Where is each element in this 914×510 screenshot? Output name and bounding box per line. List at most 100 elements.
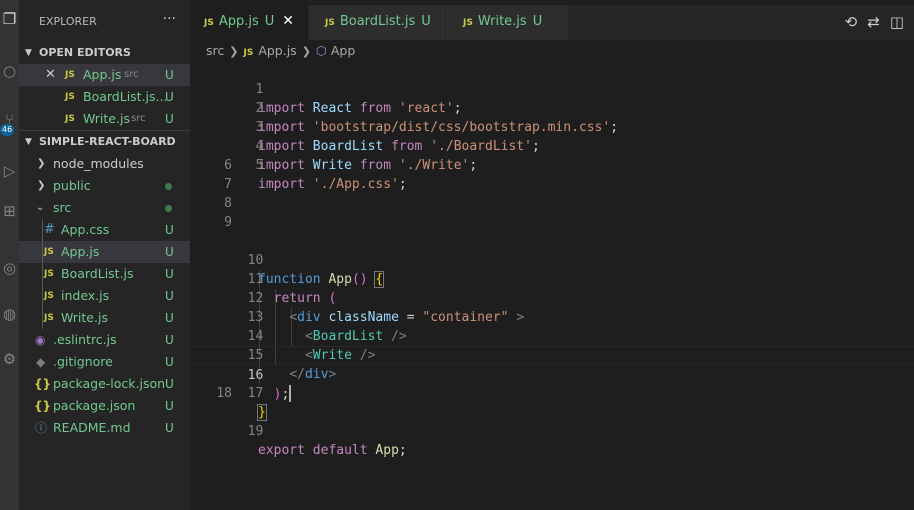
tree-item-name: index.js <box>61 288 110 303</box>
line-number: 19 <box>247 424 264 439</box>
code-line: 8 <box>190 194 914 213</box>
open-editor-dir: src <box>124 69 139 80</box>
open-editor-item[interactable]: ✕ JS App.js src U <box>19 64 190 86</box>
tree-item-src[interactable]: ⌄ src <box>19 197 190 219</box>
status-badge: U <box>165 267 174 281</box>
open-editor-item[interactable]: JS Write.js src U <box>19 108 190 130</box>
search-icon[interactable]: ○ <box>0 60 19 82</box>
line-number: 6 <box>224 158 232 173</box>
open-editors-label: OPEN EDITORS <box>39 46 131 59</box>
tree-item-name: BoardList.js <box>61 266 134 281</box>
split-editor-icon[interactable]: ◫ <box>890 13 904 31</box>
chevron-down-icon: ▼ <box>25 137 32 147</box>
line-number: 8 <box>224 196 232 211</box>
breadcrumb-file[interactable]: App.js <box>258 43 296 58</box>
breadcrumb: src ❯ JS App.js ❯ ⬡ App <box>206 42 355 60</box>
code-line: 18 <box>190 384 914 403</box>
line-number: 7 <box>224 177 232 192</box>
status-badge: U <box>165 377 174 391</box>
line-number: 9 <box>224 215 232 230</box>
explorer-sidebar: EXPLORER ··· ▼ OPEN EDITORS ✕ JS App.js … <box>19 0 190 510</box>
keyword: default <box>312 443 368 458</box>
js-file-icon: JS <box>44 313 54 323</box>
tab-write-js[interactable]: JS Write.js U <box>446 5 568 40</box>
project-section[interactable]: ▼ SIMPLE-REACT-BOARD <box>19 130 190 153</box>
tree-item-app-js[interactable]: JS App.js U <box>19 241 190 263</box>
tree-item-boardlist-js[interactable]: JS BoardList.js U <box>19 263 190 285</box>
code-line: 10 function App() { <box>190 232 914 288</box>
explorer-header: EXPLORER ··· <box>19 0 190 42</box>
modified-dot <box>165 183 172 190</box>
extensions-icon[interactable]: ⊞ <box>0 200 19 222</box>
run-debug-icon[interactable]: ▷ <box>0 160 19 182</box>
tab-boardlist-js[interactable]: JS BoardList.js U <box>309 5 445 40</box>
chevron-right-icon: ❯ <box>37 158 46 169</box>
tree-item-name: .eslintrc.js <box>53 332 117 347</box>
tab-status: U <box>421 14 431 29</box>
timeline-icon[interactable]: ⟲ <box>845 13 858 31</box>
code-line: 12 <div className = "container" > <box>190 270 914 325</box>
status-badge: U <box>165 90 174 104</box>
js-file-icon: JS <box>65 92 75 102</box>
tree-item-name: node_modules <box>53 156 144 171</box>
tree-item-write-js[interactable]: JS Write.js U <box>19 307 190 329</box>
close-icon[interactable]: ✕ <box>45 64 56 86</box>
tree-item-eslintrc[interactable]: ◉ .eslintrc.js U <box>19 329 190 351</box>
open-editor-item[interactable]: JS BoardList.js... U <box>19 86 190 108</box>
tree-item-name: .gitignore <box>53 354 113 369</box>
tree-item-name: package.json <box>53 398 136 413</box>
activity-bar: ❐ ○ ⑂ 46 ▷ ⊞ ◎ ◍ ⚙ <box>0 0 19 510</box>
symbol-icon: ⬡ <box>315 43 327 58</box>
status-badge: U <box>165 399 174 413</box>
status-badge: U <box>165 421 174 435</box>
timeline-icon[interactable]: ⚙ <box>0 348 19 370</box>
compare-changes-icon[interactable]: ⇄ <box>867 13 880 31</box>
breadcrumb-folder[interactable]: src <box>206 43 224 58</box>
code-line: 9 <box>190 213 914 232</box>
js-file-icon: JS <box>44 247 54 257</box>
close-icon[interactable]: ✕ <box>282 13 294 29</box>
files-icon[interactable]: ❐ <box>0 8 19 30</box>
tree-item-readme[interactable]: ⓘ README.md U <box>19 417 190 439</box>
open-editor-name: BoardList.js... <box>83 89 168 104</box>
code-line: 3 import BoardList from './BoardList'; <box>190 99 914 154</box>
status-badge: U <box>165 245 174 259</box>
identifier: App <box>375 443 399 458</box>
js-file-icon: JS <box>463 18 473 28</box>
code-line: 4 import Write from './Write'; <box>190 118 914 173</box>
tree-item-name: package-lock.json <box>53 376 166 391</box>
tab-bar: JS App.js U ✕ JS BoardList.js U JS Write.js U ⟲… <box>190 0 914 40</box>
remote-icon[interactable]: ◎ <box>0 257 19 279</box>
js-file-icon: JS <box>204 18 214 28</box>
css-file-icon: # <box>44 222 55 237</box>
tree-item-app-css[interactable]: # App.css U <box>19 219 190 241</box>
tab-status: U <box>264 14 275 29</box>
breadcrumb-symbol[interactable]: App <box>331 43 355 58</box>
code-line: 19 export default App; <box>190 403 914 458</box>
tree-item-index-js[interactable]: JS index.js U <box>19 285 190 307</box>
tree-item-package-json[interactable]: {} package.json U <box>19 395 190 417</box>
status-badge: U <box>165 112 174 126</box>
tree-item-public[interactable]: ❯ public <box>19 175 190 197</box>
eslint-icon: ◉ <box>35 333 46 347</box>
tree-item-name: public <box>53 178 91 193</box>
tab-app-js[interactable]: JS App.js U ✕ <box>190 5 308 40</box>
json-file-icon: {} <box>34 399 52 413</box>
code-line: 14 <Write /> <box>190 308 914 363</box>
chevron-right-icon: ❯ <box>229 45 239 58</box>
file-tree: ❯ node_modules ❯ public ⌄ src # App.css … <box>19 153 190 439</box>
status-badge: U <box>165 355 174 369</box>
tree-item-node-modules[interactable]: ❯ node_modules <box>19 153 190 175</box>
js-file-icon: JS <box>65 70 75 80</box>
js-file-icon: JS <box>65 114 75 124</box>
tree-item-package-lock[interactable]: {} package-lock.json U <box>19 373 190 395</box>
tree-item-name: src <box>53 200 72 215</box>
code-line: 5 import './App.css'; <box>190 137 914 192</box>
accounts-icon[interactable]: ◍ <box>0 303 19 325</box>
info-icon: ⓘ <box>35 421 48 435</box>
open-editor-name: App.js <box>83 67 122 82</box>
open-editors-section[interactable]: ▼ OPEN EDITORS <box>19 42 190 64</box>
more-actions-icon[interactable]: ··· <box>163 11 176 27</box>
keyword: export <box>258 443 305 458</box>
tree-item-gitignore[interactable]: ◆ .gitignore U <box>19 351 190 373</box>
